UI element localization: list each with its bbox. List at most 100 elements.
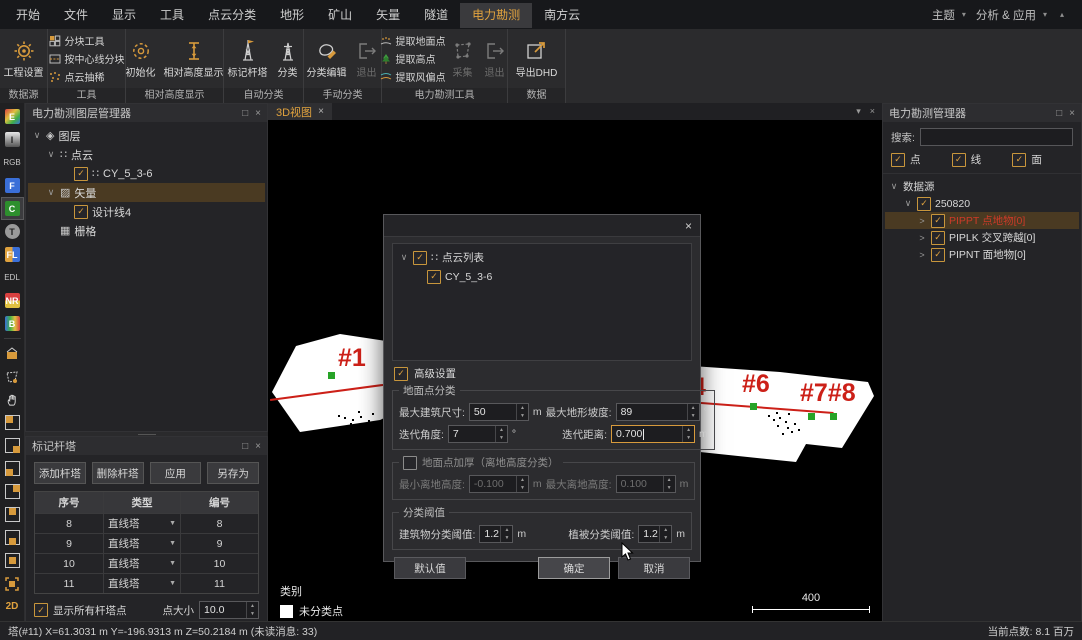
max-slope-input[interactable]: 89 ▲▼ [616,403,700,421]
project-settings-button[interactable]: 工程设置 [1,37,47,80]
iter-angle-input[interactable]: 7 ▲▼ [448,425,508,443]
flight-render-icon[interactable]: F [2,175,23,196]
checkbox[interactable]: ✓ [931,248,945,262]
theme-menu[interactable]: 主题 [932,7,955,23]
view-iso-icon[interactable] [2,550,23,571]
tree-row[interactable]: ∨∷点云 [28,145,265,164]
expander-icon[interactable]: ∨ [46,187,56,198]
menubar-item[interactable]: 文件 [52,3,100,28]
dialog-titlebar[interactable]: × [384,215,700,237]
tree-row[interactable]: >✓PIPPT 点地物[0] [885,212,1079,229]
time-render-icon[interactable]: T [2,221,23,242]
mark-tower-button[interactable]: 标记杆塔 [225,37,271,80]
ground-thicken-checkbox[interactable] [403,456,417,470]
menubar-item[interactable]: 点云分类 [196,3,268,28]
expander-icon[interactable]: ∨ [889,181,899,192]
dialog-close-icon[interactable]: × [685,219,692,233]
default-button[interactable]: 默认值 [394,557,466,579]
table-row[interactable]: 9直线塔▼9 [35,533,258,553]
intensity-render-icon[interactable]: I [2,129,23,150]
tree-row[interactable]: ▦栅格 [28,221,265,240]
tree-row[interactable]: ∨数据源 [885,178,1079,195]
search-input[interactable] [920,128,1073,146]
collect-button[interactable]: 采集 [448,37,478,80]
close-panel-icon[interactable]: × [255,108,261,119]
classify-edit-button[interactable]: 分类编辑 [304,37,350,80]
extract-ground-button[interactable]: 提取地面点 [380,32,446,49]
table-row[interactable]: 8直线塔▼8 [35,513,258,533]
2d-view-icon[interactable]: 2D [2,596,23,617]
view-front-icon[interactable] [2,412,23,433]
menubar-item[interactable]: 工具 [148,3,196,28]
view-bottom-icon[interactable] [2,527,23,548]
menubar-item[interactable]: 隧道 [412,3,460,28]
expander-icon[interactable]: > [917,250,927,260]
float-panel-icon[interactable]: □ [242,441,248,452]
menubar-item[interactable]: 地形 [268,3,316,28]
pan-tool-icon[interactable] [2,389,23,410]
point-size-spinner[interactable]: ▲▼ [246,602,258,618]
point-size-input[interactable]: 10.0 ▲▼ [199,601,259,619]
polygon-select-icon[interactable] [2,366,23,387]
show-all-towers-checkbox[interactable]: ✓ [34,603,48,617]
table-row[interactable]: 11直线塔▼11 [35,573,258,593]
menubar-item[interactable]: 电力勘测 [460,3,532,28]
zoom-extent-icon[interactable] [2,573,23,594]
rgb-render-icon[interactable]: RGB [2,152,23,173]
expander-icon[interactable]: ∨ [399,252,409,263]
menubar-item[interactable]: 南方云 [532,3,592,28]
max-height-input[interactable]: 0.100 ▲▼ [616,475,676,493]
expander-icon[interactable]: ∨ [903,198,913,209]
exit-survey-button[interactable]: 退出 [480,37,510,80]
list-item[interactable]: ∨ ✓ ∷ 点云列表 [395,248,689,267]
vegetation-threshold-input[interactable]: 1.2 ▲▼ [638,525,672,543]
table-row[interactable]: 10直线塔▼10 [35,553,258,573]
tree-row[interactable]: >✓PIPLK 交叉跨越[0] [885,229,1079,246]
view-right-icon[interactable] [2,481,23,502]
edl-render-icon[interactable]: EDL [2,267,23,288]
filter-checkbox[interactable]: ✓ [1012,153,1026,167]
nr-render-icon[interactable]: NR [2,290,23,311]
checkbox[interactable]: ✓ [413,251,427,265]
close-panel-icon[interactable]: × [255,441,261,452]
view-top-icon[interactable] [2,504,23,525]
filter-checkbox[interactable]: ✓ [952,153,966,167]
building-threshold-input[interactable]: 1.2 ▲▼ [479,525,513,543]
thin-pointcloud-button[interactable]: 点云抽稀 [49,68,125,85]
checkbox[interactable]: ✓ [931,214,945,228]
extract-wind-button[interactable]: 提取风偏点 [380,68,446,85]
tab-list-icon[interactable]: ▾ [856,106,861,117]
menubar-item[interactable]: 开始 [4,3,52,28]
iter-dist-input[interactable]: 0.700 ▲▼ [611,425,695,443]
view-left-icon[interactable] [2,458,23,479]
class-render-icon[interactable]: C [2,198,23,219]
list-item[interactable]: ✓ CY_5_3-6 [395,267,689,286]
tree-row[interactable]: ∨▨矢量 [28,183,265,202]
tower-type-dropdown[interactable]: 直线塔▼ [103,574,180,593]
tree-row[interactable]: >✓PIPNT 面地物[0] [885,246,1079,263]
analysis-menu[interactable]: 分析 & 应用 [976,7,1036,23]
centerline-block-button[interactable]: 按中心线分块 [49,50,125,67]
ok-button[interactable]: 确定 [538,557,610,579]
relative-height-display-button[interactable]: 相对高度显示 [161,37,227,80]
expander-icon[interactable]: ∨ [46,149,56,160]
tab-close-icon[interactable]: × [318,106,324,117]
block-tool-button[interactable]: 分块工具 [49,32,125,49]
expander-icon[interactable]: ∨ [32,130,42,141]
close-panel-icon[interactable]: × [1069,108,1075,119]
tree-row[interactable]: ∨✓250820 [885,195,1079,212]
tower-type-dropdown[interactable]: 直线塔▼ [103,514,180,533]
tower-type-dropdown[interactable]: 直线塔▼ [103,554,180,573]
float-panel-icon[interactable]: □ [1056,108,1062,119]
menubar-item[interactable]: 显示 [100,3,148,28]
advanced-settings-checkbox[interactable]: ✓ [394,367,408,381]
tower-action-button[interactable]: 应用 [150,462,202,484]
expander-icon[interactable]: > [917,233,927,243]
view-back-icon[interactable] [2,435,23,456]
export-dhd-button[interactable]: 导出DHD [513,37,561,80]
tabstrip-close-icon[interactable]: × [870,106,875,117]
bucket-tool-icon[interactable] [2,343,23,364]
fl-render-icon[interactable]: FL [2,244,23,265]
menubar-item[interactable]: 矿山 [316,3,364,28]
tree-row[interactable]: ✓设计线4 [28,202,265,221]
